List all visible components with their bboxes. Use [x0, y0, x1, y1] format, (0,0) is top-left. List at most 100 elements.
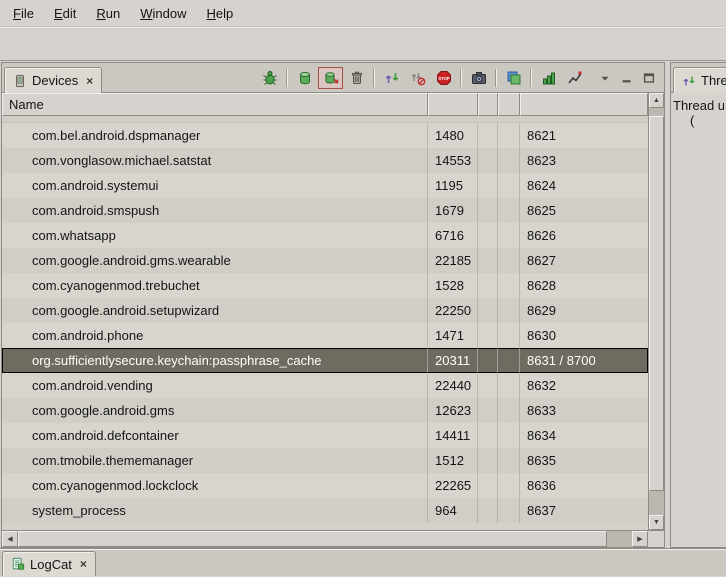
threads-tabbar: Threa [671, 63, 726, 93]
gc-trash-icon[interactable] [344, 67, 369, 89]
devices-tab-close-icon[interactable]: × [86, 74, 93, 88]
scroll-right-button[interactable]: ▶ [632, 531, 648, 547]
cell-e2 [498, 173, 520, 198]
cell-pid: 6716 [428, 223, 478, 248]
screenshot-camera-icon[interactable] [466, 67, 491, 89]
toolbar-separator [460, 69, 462, 87]
cell-pid: 1195 [428, 173, 478, 198]
process-row[interactable]: com.bel.android.dspmanager14808621 [2, 123, 648, 148]
logcat-tab-label: LogCat [30, 557, 72, 572]
menu-run[interactable]: Run [87, 3, 129, 24]
cell-port: 8631 / 8700 [520, 348, 648, 373]
horizontal-scroll-track[interactable] [18, 531, 632, 547]
process-row[interactable]: com.cyanogenmod.trebuchet15288628 [2, 273, 648, 298]
process-row[interactable]: com.android.vending224408632 [2, 373, 648, 398]
cell-name: com.whatsapp [2, 223, 428, 248]
process-row[interactable]: com.vonglasow.michael.satstat145538623 [2, 148, 648, 173]
process-row[interactable]: com.tmobile.thememanager15128635 [2, 448, 648, 473]
cell-name: com.cyanogenmod.trebuchet [2, 273, 428, 298]
threads-message-line2: ( [673, 113, 724, 128]
process-row[interactable]: system_process9648637 [2, 498, 648, 523]
thread-update-icon[interactable] [379, 67, 404, 89]
cell-e2 [498, 223, 520, 248]
logcat-icon [11, 557, 25, 571]
cell-name: com.tmobile.thememanager [2, 448, 428, 473]
process-row[interactable]: com.whatsapp67168626 [2, 223, 648, 248]
column-header-1[interactable] [428, 93, 478, 116]
cell-e1 [478, 148, 498, 173]
maximize-view-icon[interactable] [639, 68, 659, 88]
profiling-start-icon[interactable] [536, 67, 561, 89]
process-row[interactable]: com.google.android.setupwizard222508629 [2, 298, 648, 323]
process-row[interactable]: com.android.smspush16798625 [2, 198, 648, 223]
cell-name: org.sufficientlysecure.keychain:passphra… [2, 348, 428, 373]
toolbar-separator [373, 69, 375, 87]
column-header-4[interactable] [520, 93, 648, 116]
threads-tab-icon [682, 74, 696, 88]
vertical-scroll-thumb[interactable] [649, 116, 664, 490]
cell-e1 [478, 273, 498, 298]
column-header-3[interactable] [498, 93, 520, 116]
tab-devices[interactable]: Devices × [4, 67, 102, 93]
main-area: Devices × STOP Name com.bel.android.dspm… [0, 61, 726, 548]
logcat-tab-close-icon[interactable]: × [80, 557, 87, 571]
horizontal-scroll-thumb[interactable] [18, 531, 607, 547]
process-row[interactable]: com.android.systemui11958624 [2, 173, 648, 198]
scroll-left-button[interactable]: ◀ [2, 531, 18, 547]
cell-name: com.google.android.gms.wearable [2, 248, 428, 273]
cell-name: com.android.defcontainer [2, 423, 428, 448]
process-row[interactable]: com.cyanogenmod.lockclock222658636 [2, 473, 648, 498]
cell-name: com.android.phone [2, 323, 428, 348]
cell-pid: 1471 [428, 323, 478, 348]
view-menu-chevron-icon[interactable] [595, 68, 615, 88]
cell-e1 [478, 348, 498, 373]
toolbar-separator [495, 69, 497, 87]
tab-logcat[interactable]: LogCat × [2, 551, 96, 576]
thread-stop-icon[interactable] [405, 67, 430, 89]
heap-dump-icon[interactable] [318, 67, 343, 89]
vertical-scroll-track[interactable] [649, 108, 664, 515]
threads-message: Thread up ( [671, 93, 726, 133]
menu-help[interactable]: Help [197, 3, 242, 24]
cell-e2 [498, 323, 520, 348]
process-row[interactable]: org.sufficientlysecure.keychain:passphra… [2, 348, 648, 373]
menu-window[interactable]: Window [131, 3, 195, 24]
cell-pid: 22440 [428, 373, 478, 398]
cell-e2 [498, 423, 520, 448]
cell-port: 8627 [520, 248, 648, 273]
column-header-name[interactable]: Name [2, 93, 428, 116]
stop-process-icon[interactable]: STOP [431, 67, 456, 89]
debug-attach-icon[interactable] [257, 67, 282, 89]
process-row[interactable]: com.google.android.gms.wearable221858627 [2, 248, 648, 273]
scroll-up-button[interactable]: ▲ [649, 93, 664, 108]
cell-e1 [478, 423, 498, 448]
vertical-scrollbar[interactable]: ▲ ▼ [648, 93, 664, 530]
process-row[interactable]: com.android.defcontainer144118634 [2, 423, 648, 448]
scrollbar-corner [648, 531, 664, 547]
tab-threads[interactable]: Threa [673, 67, 726, 93]
threads-message-line1: Thread up [673, 98, 724, 113]
column-header-2[interactable] [478, 93, 498, 116]
menu-file[interactable]: File [4, 3, 43, 24]
minimize-view-icon[interactable] [617, 68, 637, 88]
horizontal-scrollbar[interactable]: ◀ ▶ [2, 531, 648, 547]
cell-e2 [498, 398, 520, 423]
cell-pid: 1512 [428, 448, 478, 473]
cell-pid: 12623 [428, 398, 478, 423]
cell-e1 [478, 473, 498, 498]
menu-bar: FileEditRunWindowHelp [0, 0, 726, 27]
scroll-down-button[interactable]: ▼ [649, 515, 664, 530]
partial-row [2, 116, 648, 123]
process-row[interactable]: com.android.phone14718630 [2, 323, 648, 348]
toolbar-separator [286, 69, 288, 87]
threads-tab-label: Threa [701, 73, 726, 88]
process-row[interactable]: com.google.android.gms126238633 [2, 398, 648, 423]
cell-e2 [498, 148, 520, 173]
devices-tab-label: Devices [32, 73, 78, 88]
heap-update-icon[interactable] [292, 67, 317, 89]
menu-edit[interactable]: Edit [45, 3, 85, 24]
cell-e1 [478, 398, 498, 423]
cell-e1 [478, 173, 498, 198]
screen-capture-icon[interactable] [501, 67, 526, 89]
profiling-stop-icon[interactable] [562, 67, 587, 89]
